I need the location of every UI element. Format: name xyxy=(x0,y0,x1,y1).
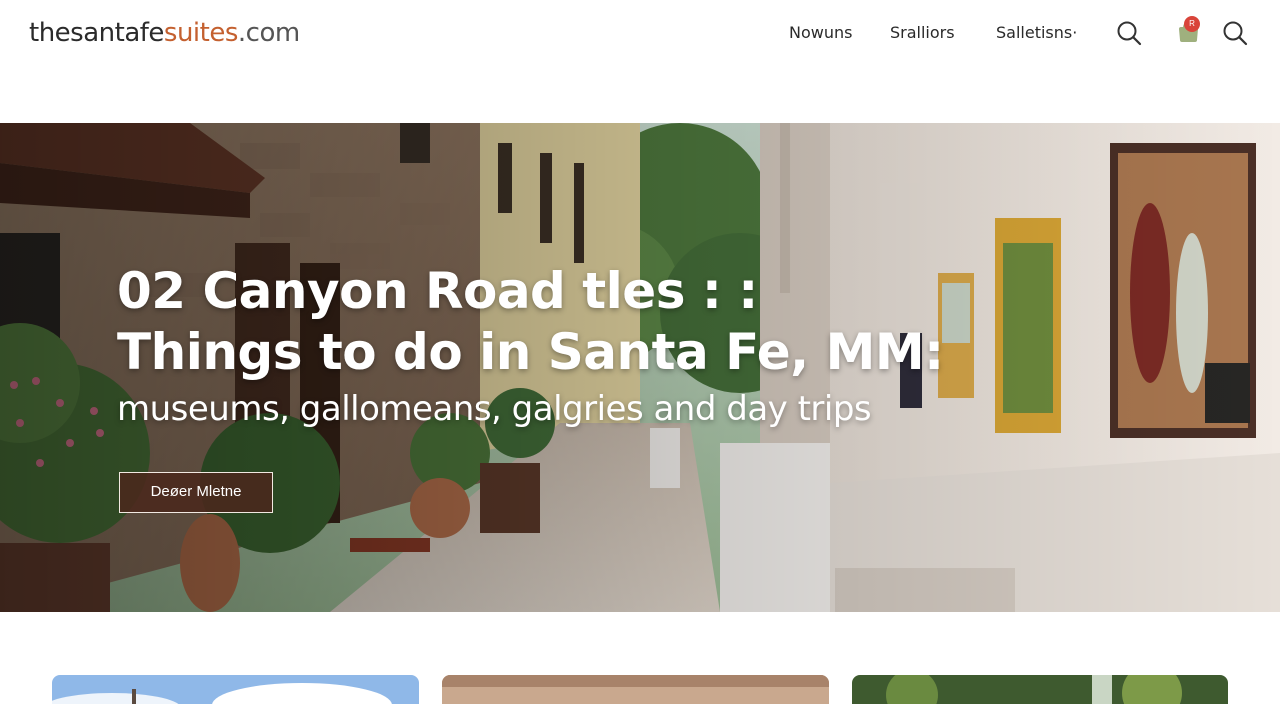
article-card-2-image[interactable] xyxy=(442,675,829,704)
search-icon[interactable] xyxy=(1221,19,1249,47)
search-icon[interactable] xyxy=(1115,19,1143,47)
hero-cta-button[interactable]: Deøer Mletne xyxy=(119,472,273,513)
article-card-1-image[interactable] xyxy=(52,675,419,704)
nav-link-3[interactable]: Salletisns· xyxy=(996,23,1077,42)
site-logo[interactable]: thesantafesuites.com xyxy=(29,18,300,48)
logo-text-part2: suites xyxy=(163,18,238,48)
hero-text-block: 02 Canyon Road tles : : Things to do in … xyxy=(117,261,944,433)
hero-title-line1: 02 Canyon Road tles : : xyxy=(117,262,758,320)
cart-badge: R xyxy=(1184,16,1200,32)
hero-subtitle: museums, gallomeans, galgries and day tr… xyxy=(117,389,872,429)
hero-title-line2: Things to do in Santa Fe, MM: xyxy=(117,323,944,381)
article-card-3-image[interactable] xyxy=(852,675,1228,704)
nav-link-1[interactable]: Nowuns xyxy=(789,23,852,42)
nav-link-2[interactable]: Sralliors xyxy=(890,23,955,42)
site-header: thesantafesuites.com Nowuns Sralliors Sa… xyxy=(0,0,1280,70)
logo-text-part3: .com xyxy=(237,18,300,48)
cart-icon[interactable]: R xyxy=(1175,16,1203,47)
hero-banner: 02 Canyon Road tles : : Things to do in … xyxy=(0,123,1280,612)
logo-text-part1: thesantafe xyxy=(29,18,164,48)
